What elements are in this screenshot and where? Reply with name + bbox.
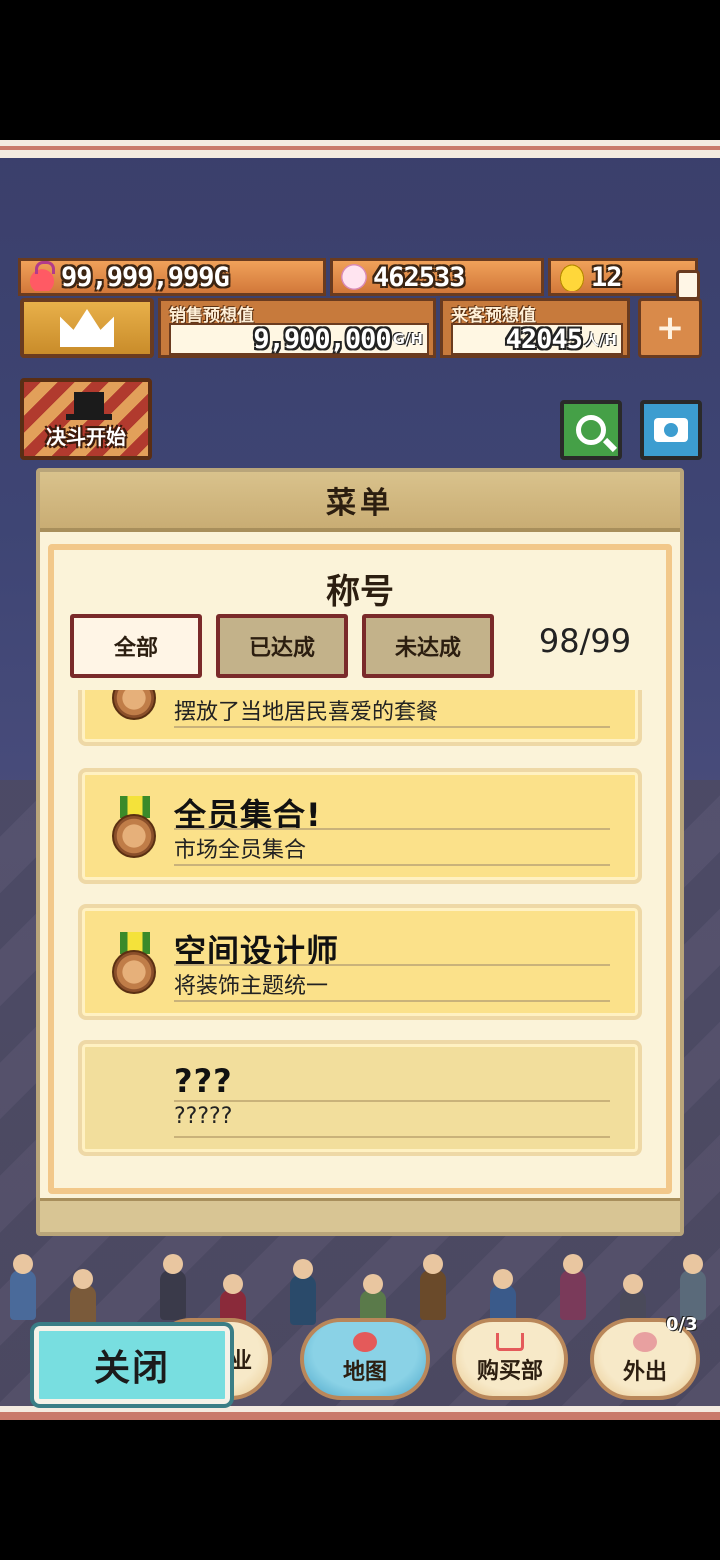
customer-sprite (420, 1254, 446, 1320)
customer-sprite (10, 1254, 36, 1320)
menu-panel-header: 菜单 (40, 472, 680, 532)
speech-bubble-icon[interactable] (676, 270, 700, 300)
filter-unachieved-tab[interactable]: 未达成 (362, 614, 494, 678)
card-divider (174, 828, 610, 830)
map-nav-label: 地图 (342, 1360, 387, 1385)
footprint-icon (633, 1332, 657, 1352)
add-person-icon: + (655, 308, 685, 348)
bronze-medal-icon (112, 932, 158, 1002)
crown-icon (60, 309, 114, 347)
title-list[interactable]: 摆放了当地居民喜爱的套餐 全员集合! 市场全员集合 空间设计师 将装饰主题统一 … (78, 690, 642, 1156)
golden-egg-icon (557, 263, 587, 291)
card-divider (174, 1000, 610, 1002)
duel-start-label: 决斗开始 (46, 425, 126, 449)
business-nav-label: 业 (229, 1349, 252, 1374)
guest-forecast-unit: 人/H (583, 330, 617, 349)
smile-face-icon (339, 263, 369, 291)
shop-nav-button[interactable]: 购买部 (452, 1318, 568, 1400)
filter-all-tab[interactable]: 全部 (70, 614, 202, 678)
title-progress-count: 98/99 (538, 622, 632, 660)
menu-panel-footer (40, 1198, 680, 1232)
customer-sprite (160, 1254, 186, 1320)
map-pin-icon (353, 1332, 377, 1352)
currency-bar: 99,999,999G 462533 12 (18, 258, 698, 296)
title-description: ????? (174, 1104, 233, 1129)
map-nav-button[interactable]: 地图 (300, 1318, 430, 1400)
guest-forecast-value-box: 42045 人/H (451, 323, 623, 355)
titles-heading: 称号 (326, 572, 394, 612)
add-friend-button[interactable]: + (638, 298, 702, 358)
card-divider (174, 1100, 610, 1102)
guest-forecast-value: 42045 (505, 323, 583, 355)
card-divider (174, 726, 610, 728)
card-divider (174, 1136, 610, 1138)
bottom-letterbox (0, 1420, 720, 1560)
title-description: 摆放了当地居民喜爱的套餐 (174, 700, 439, 725)
card-divider (174, 864, 610, 866)
title-card[interactable]: 空间设计师 将装饰主题统一 (78, 904, 642, 1020)
sales-forecast-value: 9,900,000 (253, 323, 391, 355)
gold-amount: 99,999,999G (61, 261, 230, 293)
shop-nav-label: 购买部 (476, 1359, 543, 1384)
title-name: ??? (174, 1062, 233, 1100)
magnifier-icon (576, 415, 606, 445)
cart-icon (496, 1333, 524, 1351)
title-card[interactable]: 摆放了当地居民喜爱的套餐 (78, 690, 642, 746)
purse-icon (27, 261, 57, 291)
filter-achieved-tab[interactable]: 已达成 (216, 614, 348, 678)
close-button-label: 关闭 (93, 1348, 170, 1389)
title-description: 将装饰主题统一 (174, 974, 329, 999)
bottom-stripe (0, 1406, 720, 1420)
awning-stripe (0, 140, 720, 158)
title-description: 市场全员集合 (174, 838, 307, 863)
medal-coin (112, 950, 156, 994)
top-hat-icon (66, 392, 112, 420)
medal-coin (112, 814, 156, 858)
locked-title-card[interactable]: ??? ????? (78, 1040, 642, 1156)
customer-sprite (560, 1254, 586, 1320)
bronze-medal-icon (112, 690, 158, 728)
sales-forecast-value-box: 9,900,000 G/H (169, 323, 429, 355)
customer-sprite (680, 1254, 706, 1320)
ranking-button[interactable] (20, 298, 154, 358)
medal-coin (112, 690, 156, 720)
bronze-medal-icon (112, 796, 158, 866)
top-letterbox (0, 0, 720, 140)
guest-forecast: 来客预想值 42045 人/H (440, 298, 630, 358)
visitor-amount: 462533 (373, 261, 466, 293)
sales-forecast: 销售预想值 9,900,000 G/H (158, 298, 436, 358)
title-card[interactable]: 全员集合! 市场全员集合 (78, 768, 642, 884)
outing-nav-label: 外出 (622, 1360, 667, 1385)
camera-icon (654, 418, 688, 442)
gold-counter: 99,999,999G (18, 258, 326, 296)
visitor-counter: 462533 (330, 258, 544, 296)
camera-button[interactable] (640, 400, 702, 460)
outing-count: 0/3 (666, 1314, 698, 1335)
customer-sprite (290, 1259, 316, 1325)
card-divider (174, 964, 610, 966)
duel-start-button[interactable]: 决斗开始 (20, 378, 152, 460)
egg-amount: 12 (591, 261, 623, 293)
search-button[interactable] (560, 400, 622, 460)
close-button[interactable]: 关闭 (34, 1326, 230, 1404)
sales-forecast-unit: G/H (392, 330, 423, 348)
menu-panel-title: 菜单 (326, 486, 394, 521)
